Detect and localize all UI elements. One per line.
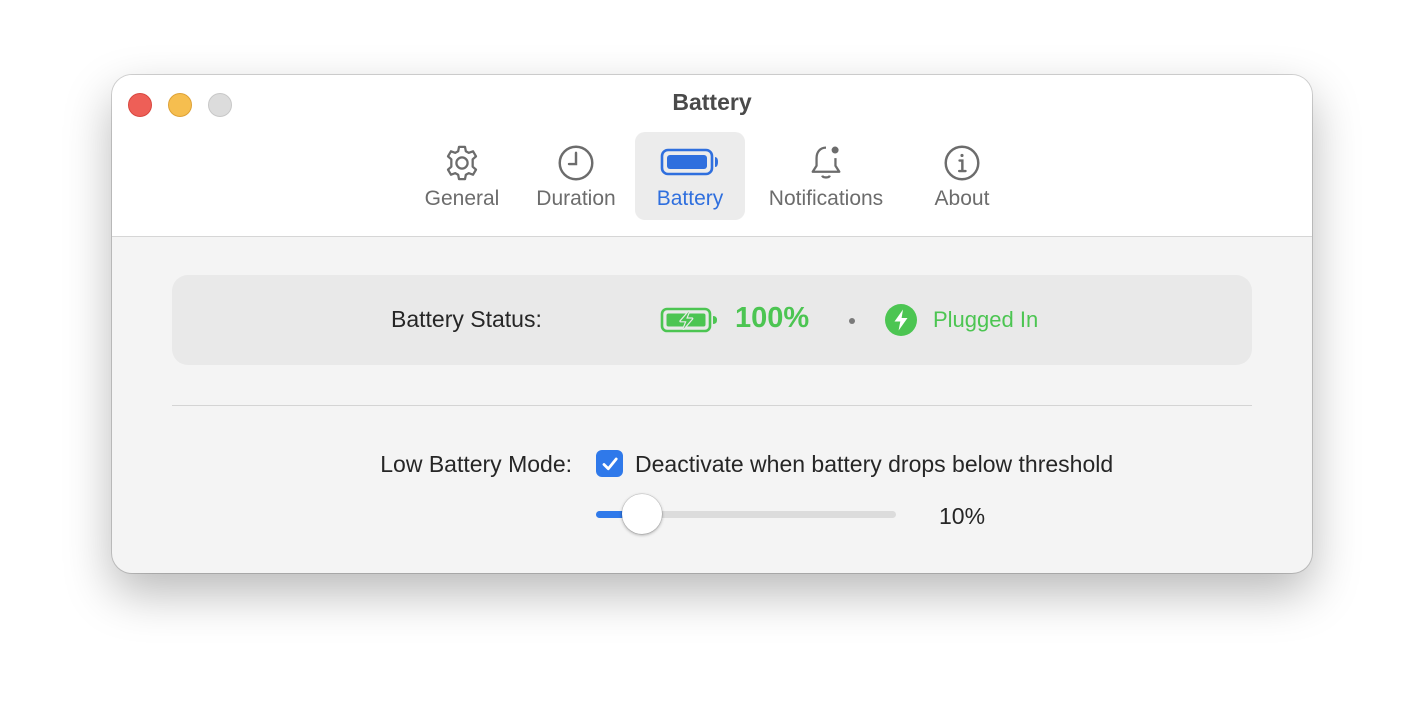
- bolt-circle-icon: [885, 304, 917, 336]
- low-battery-mode-label: Low Battery Mode:: [380, 451, 572, 477]
- deactivate-checkbox[interactable]: [596, 450, 623, 477]
- power-source-label: Plugged In: [933, 307, 1039, 332]
- section-divider: [172, 405, 1252, 406]
- checkmark-icon: [602, 457, 618, 470]
- deactivate-checkbox-label[interactable]: Deactivate when battery drops below thre…: [635, 451, 1113, 478]
- tab-battery[interactable]: Battery: [635, 132, 745, 220]
- tab-about-label: About: [934, 187, 990, 210]
- info-icon: [944, 145, 980, 181]
- preferences-window: Battery General Duration Battery Notific…: [112, 75, 1312, 573]
- status-separator: [849, 318, 855, 324]
- tab-notifications[interactable]: Notifications: [752, 132, 900, 220]
- tab-general[interactable]: General: [408, 132, 516, 220]
- battery-status-card: Battery Status: 100% Plugged In: [172, 275, 1252, 365]
- tab-general-label: General: [424, 187, 500, 210]
- battery-icon: [660, 148, 718, 176]
- battery-status-label: Battery Status:: [391, 306, 542, 332]
- toolbar: Battery General Duration Battery Notific…: [112, 75, 1312, 237]
- tab-duration[interactable]: Duration: [522, 132, 630, 220]
- tab-notifications-label: Notifications: [768, 187, 884, 210]
- threshold-slider-thumb[interactable]: [622, 494, 662, 534]
- battery-percent: 100%: [735, 302, 810, 334]
- window-title: Battery: [672, 89, 752, 115]
- clock-icon: [558, 145, 594, 181]
- battery-charging-icon: [660, 307, 717, 333]
- bell-badge-icon: [811, 145, 841, 179]
- threshold-value: 10%: [939, 503, 986, 529]
- gear-icon: [446, 145, 478, 181]
- tab-duration-label: Duration: [536, 187, 616, 210]
- tab-battery-label: Battery: [656, 187, 724, 210]
- tab-about[interactable]: About: [912, 132, 1012, 220]
